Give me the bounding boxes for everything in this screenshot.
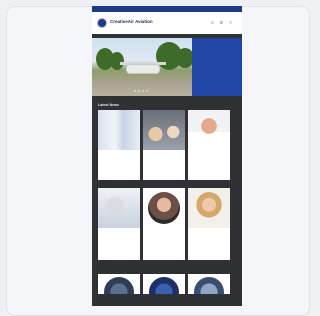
site-header: CreativeAir Aviation ⌕ ≡ ○ xyxy=(92,12,242,34)
carousel-dots[interactable] xyxy=(134,90,148,92)
news-image xyxy=(149,277,179,294)
news-image xyxy=(98,110,140,150)
news-image xyxy=(104,277,134,294)
news-image xyxy=(188,188,230,228)
news-image xyxy=(194,277,224,294)
news-image xyxy=(188,110,230,150)
news-card[interactable] xyxy=(188,188,230,260)
carousel-dot[interactable] xyxy=(138,90,140,92)
hero-text-panel xyxy=(192,38,242,96)
search-icon[interactable]: ⌕ xyxy=(210,21,215,26)
news-card[interactable] xyxy=(143,274,185,294)
news-card[interactable] xyxy=(143,110,185,180)
news-card[interactable] xyxy=(143,188,185,260)
carousel-dot[interactable] xyxy=(146,90,148,92)
news-image xyxy=(143,110,185,150)
hero-carousel[interactable] xyxy=(92,38,242,96)
news-card[interactable] xyxy=(188,274,230,294)
news-section-title: Latest News xyxy=(98,103,119,107)
news-card[interactable] xyxy=(98,188,140,260)
news-card[interactable] xyxy=(188,110,230,180)
logo-text[interactable]: CreativeAir Aviation xyxy=(110,19,153,24)
carousel-dot[interactable] xyxy=(142,90,144,92)
news-card[interactable] xyxy=(98,274,140,294)
logo-seal-icon[interactable] xyxy=(97,18,107,28)
hero-image xyxy=(92,38,192,96)
user-icon[interactable]: ○ xyxy=(228,21,233,26)
aircraft-image xyxy=(126,64,160,74)
carousel-dot[interactable] xyxy=(134,90,136,92)
news-image xyxy=(98,188,140,228)
news-card[interactable] xyxy=(98,110,140,180)
news-image xyxy=(148,192,180,224)
mobile-page-preview[interactable]: CreativeAir Aviation ⌕ ≡ ○ Latest News xyxy=(92,6,242,306)
menu-icon[interactable]: ≡ xyxy=(219,21,224,26)
